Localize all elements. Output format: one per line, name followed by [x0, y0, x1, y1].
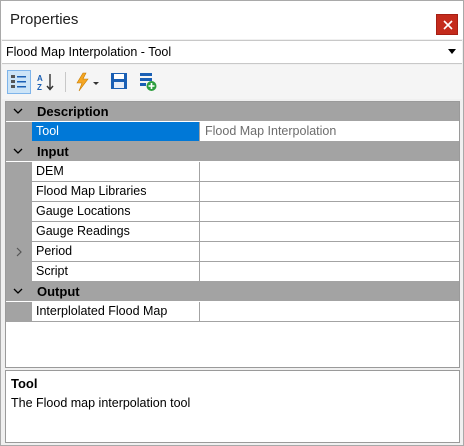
properties-window: Properties Flood Map Interpolation - Too…	[0, 0, 464, 446]
close-button[interactable]	[436, 14, 458, 35]
row-gutter	[6, 262, 32, 282]
property-value[interactable]: Flood Map Interpolation	[201, 122, 459, 141]
save-icon	[111, 73, 127, 89]
property-name[interactable]: Gauge Readings	[32, 222, 200, 241]
property-name[interactable]: Tool	[32, 122, 200, 141]
property-row-script[interactable]: Script	[6, 262, 459, 282]
add-icon	[140, 73, 157, 91]
toolbar: A Z	[2, 65, 462, 99]
property-row-gauge-locations[interactable]: Gauge Locations	[6, 202, 459, 222]
description-title: Tool	[11, 376, 38, 391]
property-name[interactable]: DEM	[32, 162, 200, 181]
property-row-period[interactable]: Period	[6, 242, 459, 262]
alphabetical-button[interactable]: A Z	[34, 70, 58, 94]
property-value[interactable]	[201, 302, 459, 321]
category-label: Output	[37, 284, 80, 299]
row-gutter	[6, 222, 32, 242]
property-value[interactable]	[201, 222, 459, 241]
window-title: Properties	[10, 11, 79, 28]
events-button[interactable]	[72, 70, 102, 94]
save-button[interactable]	[108, 70, 132, 94]
property-name[interactable]: Interplolated Flood Map	[32, 302, 200, 321]
svg-text:A: A	[37, 74, 43, 83]
property-row-interpolated-flood-map[interactable]: Interplolated Flood Map	[6, 302, 459, 322]
property-name[interactable]: Period	[32, 242, 200, 261]
property-value[interactable]	[201, 202, 459, 221]
chevron-down-icon	[448, 49, 456, 54]
svg-text:Z: Z	[37, 83, 42, 92]
object-selector-dropdown[interactable]: Flood Map Interpolation - Tool	[2, 40, 462, 64]
category-input[interactable]: Input	[6, 142, 459, 162]
title-bar[interactable]: Properties	[1, 1, 463, 39]
chevron-down-icon[interactable]	[13, 106, 23, 116]
row-gutter	[6, 182, 32, 202]
property-row-dem[interactable]: DEM	[6, 162, 459, 182]
category-description[interactable]: Description	[6, 102, 459, 122]
property-value[interactable]	[201, 182, 459, 201]
description-text: The Flood map interpolation tool	[11, 396, 191, 410]
categorized-button[interactable]	[7, 70, 31, 94]
chevron-right-icon[interactable]	[15, 247, 23, 257]
object-selector-value: Flood Map Interpolation - Tool	[6, 45, 172, 59]
property-value[interactable]	[201, 242, 459, 261]
toolbar-separator	[65, 72, 66, 92]
events-icon	[76, 72, 99, 92]
close-icon	[443, 20, 453, 30]
category-output[interactable]: Output	[6, 282, 459, 302]
property-value[interactable]	[201, 162, 459, 181]
row-gutter	[6, 202, 32, 222]
row-gutter	[6, 122, 32, 142]
property-value[interactable]	[201, 262, 459, 281]
property-grid: Description Tool Flood Map Interpolation…	[5, 101, 460, 368]
add-button[interactable]	[136, 70, 160, 94]
row-gutter	[6, 302, 32, 322]
chevron-down-icon[interactable]	[13, 146, 23, 156]
row-gutter	[6, 242, 32, 262]
description-panel: Tool The Flood map interpolation tool	[5, 370, 460, 443]
property-row-flood-map-libraries[interactable]: Flood Map Libraries	[6, 182, 459, 202]
categorized-icon	[11, 75, 26, 88]
property-name[interactable]: Flood Map Libraries	[32, 182, 200, 201]
property-row-gauge-readings[interactable]: Gauge Readings	[6, 222, 459, 242]
category-label: Description	[37, 104, 109, 119]
row-gutter	[6, 162, 32, 182]
chevron-down-icon[interactable]	[13, 286, 23, 296]
alphabetical-icon: A Z	[37, 74, 54, 92]
category-label: Input	[37, 144, 69, 159]
property-row-tool[interactable]: Tool Flood Map Interpolation	[6, 122, 459, 142]
property-name[interactable]: Script	[32, 262, 200, 281]
property-name[interactable]: Gauge Locations	[32, 202, 200, 221]
